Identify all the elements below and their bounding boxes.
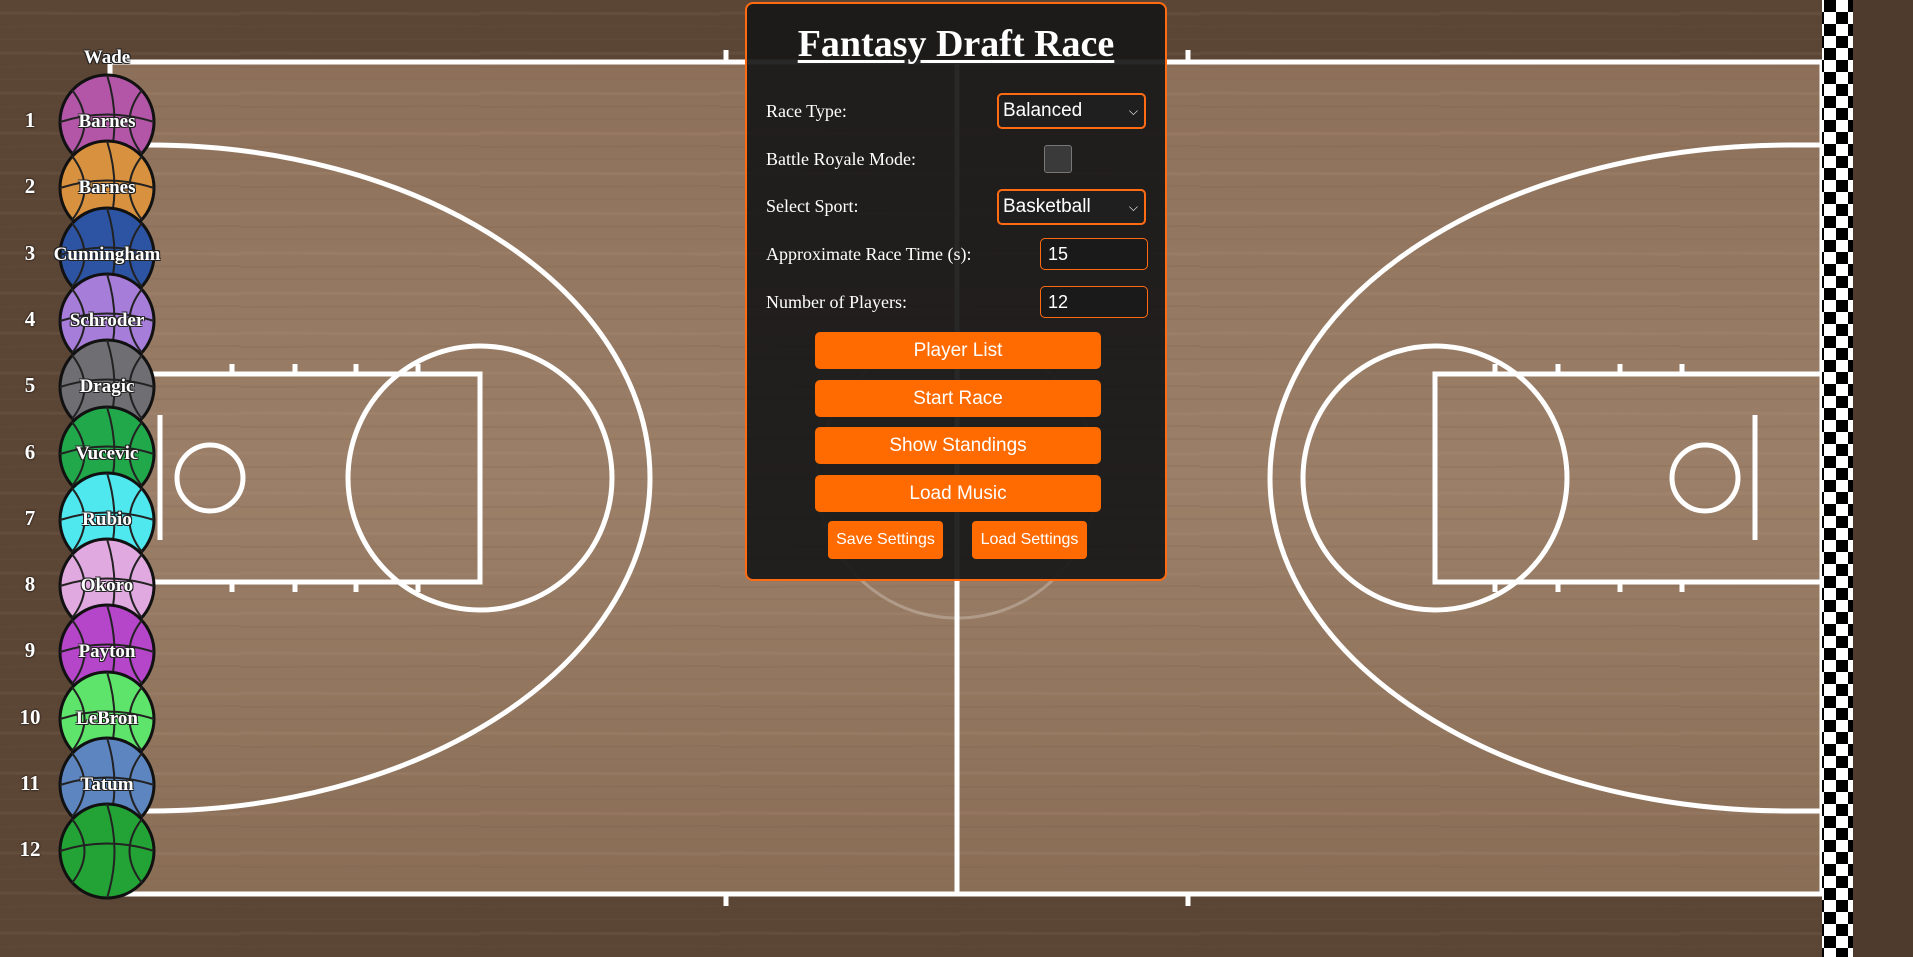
race-type-select[interactable]: Balanced ⌵ <box>997 93 1146 129</box>
finish-line <box>1822 0 1853 957</box>
lane-number: 8 <box>24 572 36 597</box>
lane-number: 2 <box>24 174 36 199</box>
lane-number: 1 <box>24 108 36 132</box>
race-type-label: Race Type: <box>766 101 847 121</box>
load-settings-button[interactable]: Load Settings <box>972 521 1087 559</box>
lane-number: 11 <box>20 771 40 795</box>
lane-number: 5 <box>24 373 36 398</box>
racer-name: LeBron <box>76 707 138 729</box>
start-race-button[interactable]: Start Race <box>815 380 1101 417</box>
chevron-down-icon: ⌵ <box>1128 103 1138 118</box>
num-players-input[interactable]: 12 <box>1040 286 1148 318</box>
show-standings-button[interactable]: Show Standings <box>815 427 1101 464</box>
battle-royale-checkbox[interactable] <box>1044 145 1072 173</box>
save-settings-button[interactable]: Save Settings <box>828 521 943 559</box>
load-music-button[interactable]: Load Music <box>815 475 1101 512</box>
lane-number: 6 <box>24 439 36 464</box>
racer-name: Okoro <box>80 575 134 597</box>
lane-number: 3 <box>24 240 36 265</box>
racer-basketball <box>57 801 157 901</box>
racer-name: Barnes <box>78 111 136 132</box>
racer-name: Vucevic <box>75 442 139 464</box>
racer-name: Rubio <box>82 508 132 530</box>
racer-name: Barnes <box>78 177 136 199</box>
race-time-value: 15 <box>1048 243 1069 264</box>
settings-panel: Fantasy Draft Race Race Type: Balanced ⌵… <box>745 2 1167 581</box>
race-time-label: Approximate Race Time (s): <box>766 244 972 264</box>
lane-number: 7 <box>24 505 36 530</box>
lane-number: 10 <box>19 704 41 729</box>
racer-name: Payton <box>78 641 136 663</box>
num-players-label: Number of Players: <box>766 292 907 312</box>
racer-name: Cunningham <box>53 243 161 265</box>
panel-title: Fantasy Draft Race <box>797 23 1115 65</box>
right-border <box>1853 0 1913 957</box>
player-list-button[interactable]: Player List <box>815 332 1101 369</box>
sport-select[interactable]: Basketball ⌵ <box>997 189 1146 225</box>
race-time-input[interactable]: 15 <box>1040 238 1148 270</box>
lane-number: 4 <box>24 306 36 331</box>
race-type-value: Balanced <box>1003 100 1083 121</box>
lane-number: 12 <box>19 837 41 862</box>
lane-number: 9 <box>24 638 36 663</box>
sport-value: Basketball <box>1003 196 1091 217</box>
racer-name: Tatum <box>80 774 134 795</box>
sport-label: Select Sport: <box>766 196 859 216</box>
num-players-value: 12 <box>1048 291 1069 312</box>
chevron-down-icon: ⌵ <box>1128 199 1138 214</box>
battle-royale-label: Battle Royale Mode: <box>766 149 916 169</box>
racer-name: Schroder <box>69 309 145 331</box>
basketball-icon <box>58 802 156 900</box>
racer-name-partial: Wade <box>83 47 131 68</box>
racer-name: Dragic <box>79 376 135 398</box>
